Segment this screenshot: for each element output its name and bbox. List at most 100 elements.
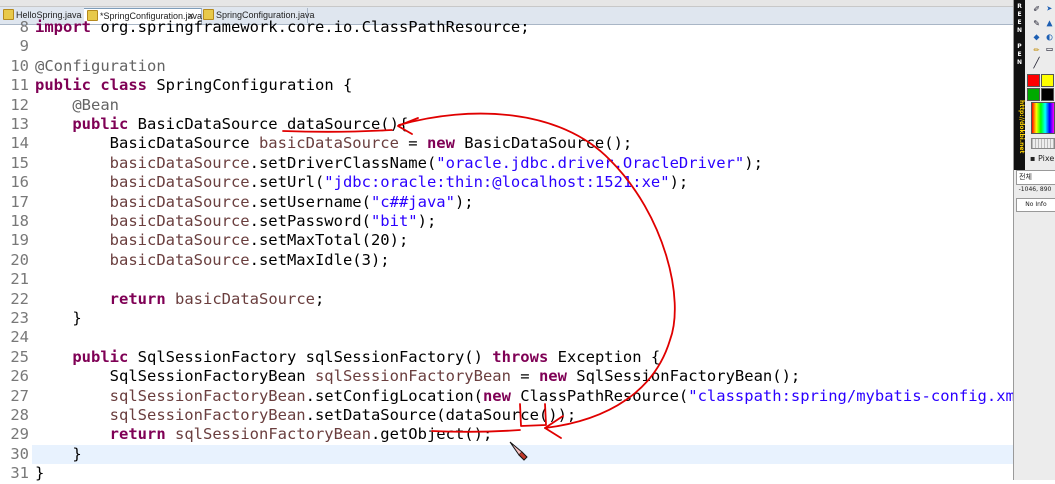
color-swatch-black[interactable] <box>1041 88 1054 101</box>
code-line[interactable]: basicDataSource.setMaxIdle(3); <box>35 251 390 270</box>
arrow-tool-icon[interactable]: ➤ <box>1044 4 1055 15</box>
code-token: BasicDataSource <box>35 134 259 153</box>
tool-title-letter: N <box>1016 27 1023 34</box>
pencil-tool-icon[interactable]: ✏ <box>1031 44 1042 55</box>
line-number: 11 <box>10 76 29 95</box>
brush-tool-icon[interactable]: ✎ <box>1031 18 1042 29</box>
code-token: throws <box>492 347 549 366</box>
line-number: 28 <box>10 406 29 424</box>
line-number: 9 <box>19 37 29 56</box>
code-line[interactable]: public BasicDataSource dataSource(){ <box>35 115 408 134</box>
code-token: org.springframework.core.io.ClassPathRes… <box>91 18 530 36</box>
code-line[interactable]: import org.springframework.core.io.Class… <box>35 18 530 37</box>
code-line[interactable]: public class SpringConfiguration { <box>35 76 352 95</box>
code-token: SqlSessionFactory sqlSessionFactory() <box>128 347 493 366</box>
tool-brand-link[interactable]: http://dokbi.net <box>1014 100 1025 153</box>
code-line[interactable]: basicDataSource.setPassword("bit"); <box>35 212 437 231</box>
code-line[interactable]: basicDataSource.setDriverClassName("orac… <box>35 154 763 173</box>
current-line-highlight <box>0 444 1013 464</box>
code-line[interactable]: } <box>35 464 44 483</box>
code-token: "c##java" <box>370 192 455 211</box>
code-token: public <box>72 347 129 366</box>
code-line[interactable]: basicDataSource.setMaxTotal(20); <box>35 231 409 250</box>
line-number: 29 <box>10 425 29 444</box>
code-token: ; <box>314 289 325 308</box>
code-token: ); <box>744 153 763 172</box>
code-line[interactable]: sqlSessionFactoryBean.setConfigLocation(… <box>35 387 1055 406</box>
line-tool-icon[interactable]: ╱ <box>1031 58 1042 69</box>
fill-tool-icon[interactable]: ◆ <box>1031 32 1042 43</box>
lasso-tool-icon[interactable]: ◐ <box>1044 32 1055 43</box>
code-line[interactable]: sqlSessionFactoryBean.setDataSource(data… <box>35 406 577 425</box>
tool-title-letter: R <box>1017 3 1022 10</box>
line-number: 8 <box>19 18 29 36</box>
code-token: .setUsername( <box>249 192 371 211</box>
code-line[interactable]: basicDataSource.setUsername("c##java"); <box>35 193 474 212</box>
code-token: sqlSessionFactoryBean <box>175 425 371 444</box>
code-line[interactable]: SqlSessionFactoryBean sqlSessionFactoryB… <box>35 367 801 386</box>
unit-label: ▪ Pixe <box>1030 154 1055 163</box>
code-token: public <box>35 76 91 95</box>
code-token: .setDriverClassName( <box>249 153 437 172</box>
code-token: } <box>35 444 82 463</box>
line-number: 13 <box>10 115 29 133</box>
code-token: public <box>72 115 129 133</box>
code-token: .setConfigLocation( <box>305 386 483 405</box>
code-token: @Bean <box>72 95 119 114</box>
tool-title-letter: E <box>1017 11 1022 18</box>
color-swatch-yellow[interactable] <box>1041 74 1054 87</box>
perspective-strip: SourceNamespacesOverviewBeansContextJava… <box>0 0 1013 7</box>
code-token: .setUrl( <box>249 173 325 192</box>
drawing-tool-titlebar: R E E N P E Nhttp://dokbi.net <box>1014 0 1025 170</box>
thickness-slider[interactable] <box>1031 138 1055 149</box>
pen-cursor-icon <box>509 441 528 461</box>
code-token: new <box>482 386 511 405</box>
code-line[interactable]: public SqlSessionFactory sqlSessionFacto… <box>35 348 660 367</box>
code-token: @Configuration <box>35 56 166 75</box>
code-line[interactable]: @Configuration <box>35 57 166 76</box>
eraser-tool-icon[interactable]: ▭ <box>1044 44 1055 55</box>
code-token: SqlSessionFactoryBean(); <box>566 367 801 386</box>
code-token: .setPassword( <box>249 212 371 230</box>
code-line[interactable]: return sqlSessionFactoryBean.getObject()… <box>35 425 493 444</box>
shape-tool-icon[interactable]: ▲ <box>1044 18 1055 29</box>
code-token: = <box>398 134 427 153</box>
line-number: 15 <box>10 153 29 172</box>
code-line[interactable]: } <box>35 309 81 328</box>
code-token: BasicDataSource dataSource(){ <box>128 115 409 133</box>
code-token: .setDataSource(dataSource()); <box>305 406 577 424</box>
code-token: "jdbc:oracle:thin:@localhost:1521:xe" <box>324 173 670 192</box>
color-swatch-red[interactable] <box>1027 74 1040 87</box>
code-token: ClassPathResource( <box>510 386 689 405</box>
line-number: 26 <box>10 367 29 386</box>
scope-dropdown[interactable]: 전체 <box>1016 170 1055 185</box>
line-number: 10 <box>10 56 29 75</box>
color-swatch-green[interactable] <box>1027 88 1040 101</box>
code-token: basicDataSource <box>109 250 250 269</box>
code-token: basicDataSource <box>258 134 399 153</box>
code-line[interactable]: } <box>35 444 82 464</box>
line-number-gutter: 8 9 10 11 12 13 14 15 16 17 18 19 20 21 22 23 24 25 26 27 28… <box>0 18 32 482</box>
line-number: 27 <box>10 386 29 405</box>
select-tool-icon[interactable]: ✐ <box>1031 4 1042 15</box>
code-line[interactable]: basicDataSource.setUrl("jdbc:oracle:thin… <box>35 173 689 192</box>
line-number: 24 <box>10 328 29 347</box>
code-token: = <box>510 367 539 386</box>
code-line[interactable]: @Bean <box>35 96 119 115</box>
code-token: "classpath:spring/mybatis-config.xml" <box>688 386 1034 405</box>
code-token: return <box>109 289 166 308</box>
color-palette-gradient[interactable] <box>1031 102 1055 134</box>
code-editor[interactable]: 8 9 10 11 12 13 14 15 16 17 18 19 20 21 22 23 24 25 26 27 28… <box>0 18 1055 483</box>
code-line[interactable]: return basicDataSource; <box>35 289 325 309</box>
code-token: Exception { <box>548 347 661 366</box>
line-number: 22 <box>10 289 29 308</box>
code-line[interactable]: BasicDataSource basicDataSource = new Ba… <box>35 134 633 153</box>
